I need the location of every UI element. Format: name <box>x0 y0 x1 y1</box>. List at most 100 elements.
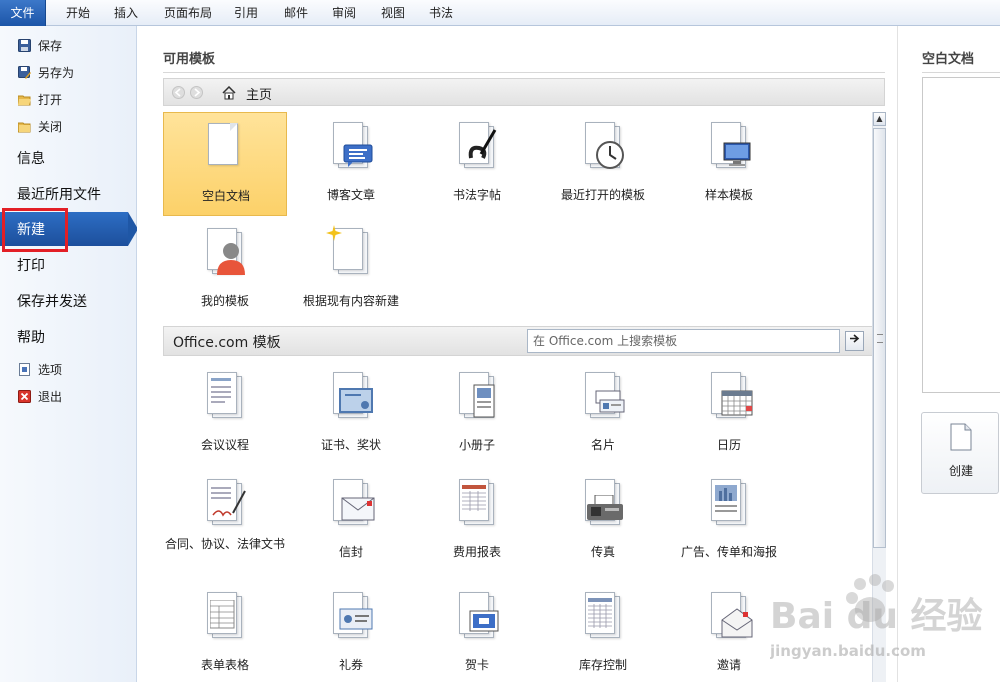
office-template-agenda[interactable]: 会议议程 <box>163 362 287 466</box>
template-new-from-existing[interactable]: 根据现有内容新建 <box>289 218 413 322</box>
template-label: 日历 <box>716 438 741 452</box>
template-label: 根据现有内容新建 <box>302 294 399 308</box>
watermark-url: jingyan.baidu.com <box>770 642 926 660</box>
highlight-box <box>2 208 68 252</box>
nav-print[interactable]: 打印 <box>0 248 137 282</box>
blank-document-icon <box>208 123 244 171</box>
nav-options[interactable]: 选项 <box>0 356 137 382</box>
calligraphy-icon <box>459 122 497 170</box>
nav-info[interactable]: 信息 <box>0 141 137 175</box>
nav-help[interactable]: 帮助 <box>0 320 137 354</box>
nav-open[interactable]: 打开 <box>0 86 137 112</box>
forward-button[interactable] <box>190 86 203 99</box>
tab-mailings[interactable]: 邮件 <box>278 0 314 26</box>
nav-save-label: 保存 <box>38 38 63 53</box>
nav-save-send-label: 保存并发送 <box>17 294 87 310</box>
brochure-icon <box>459 372 495 420</box>
gift-certificate-icon <box>333 592 373 640</box>
scroll-thumb[interactable] <box>873 128 886 548</box>
office-template-gift-certificate[interactable]: 礼券 <box>289 582 413 686</box>
watermark: Bai du 经验 jingyan.baidu.com <box>769 570 1000 670</box>
template-label: 博客文章 <box>326 188 375 202</box>
office-template-inventory[interactable]: 库存控制 <box>541 582 665 686</box>
office-template-greeting-card[interactable]: 贺卡 <box>415 582 539 686</box>
create-button[interactable]: 创建 <box>921 412 999 494</box>
flyer-icon <box>711 479 747 527</box>
office-template-envelope[interactable]: 信封 <box>289 469 413 573</box>
back-button[interactable] <box>172 86 185 99</box>
nav-recent[interactable]: 最近所用文件 <box>0 177 137 211</box>
template-label: 费用报表 <box>452 545 501 559</box>
template-label: 最近打开的模板 <box>560 188 645 202</box>
template-label: 贺卡 <box>464 658 489 672</box>
agenda-icon <box>207 372 243 420</box>
watermark-brand: Bai du 经验 <box>770 596 983 637</box>
template-label: 传真 <box>590 545 615 559</box>
office-template-expense-report[interactable]: 费用报表 <box>415 469 539 573</box>
recent-templates-icon <box>585 122 624 170</box>
divider <box>922 72 1000 73</box>
nav-save-send[interactable]: 保存并发送 <box>0 284 137 318</box>
tab-home[interactable]: 开始 <box>58 0 98 26</box>
divider <box>163 72 885 73</box>
create-label: 创建 <box>948 464 973 478</box>
breadcrumb-home[interactable]: 主页 <box>246 84 272 103</box>
preview-title: 空白文档 <box>922 52 975 67</box>
save-as-icon <box>18 65 31 79</box>
nav-exit[interactable]: 退出 <box>0 383 137 409</box>
template-label: 信封 <box>338 545 363 559</box>
office-template-certificate[interactable]: 证书、奖状 <box>289 362 413 466</box>
blog-post-icon <box>333 122 373 170</box>
office-template-calendar[interactable]: 日历 <box>667 362 791 466</box>
calendar-icon <box>711 372 753 420</box>
nav-save-as[interactable]: 另存为 <box>0 59 137 85</box>
nav-save-as-label: 另存为 <box>38 65 75 80</box>
ribbon-tab-bar: 文件 开始 插入 页面布局 引用 邮件 审阅 视图 书法 <box>0 0 1000 26</box>
tab-calligraphy[interactable]: 书法 <box>423 0 459 26</box>
tab-file[interactable]: 文件 <box>0 0 46 26</box>
template-label: 我的模板 <box>200 294 249 308</box>
nav-help-label: 帮助 <box>17 330 45 346</box>
office-template-business-card[interactable]: 名片 <box>541 362 665 466</box>
nav-options-label: 选项 <box>38 362 63 377</box>
baidu-logo: Bai du 经验 jingyan.baidu.com <box>769 574 983 660</box>
inventory-icon <box>585 592 621 640</box>
template-label: 表单表格 <box>200 658 249 672</box>
office-template-contract[interactable]: 合同、协议、法律文书 <box>163 469 287 573</box>
nav-recent-label: 最近所用文件 <box>17 187 101 203</box>
create-document-icon <box>950 423 972 451</box>
office-template-brochure[interactable]: 小册子 <box>415 362 539 466</box>
search-go-button[interactable] <box>845 331 864 351</box>
tab-insert[interactable]: 插入 <box>106 0 146 26</box>
template-blog-post[interactable]: 博客文章 <box>289 112 413 216</box>
template-recent[interactable]: 最近打开的模板 <box>541 112 665 216</box>
tab-view[interactable]: 视图 <box>375 0 411 26</box>
tab-review[interactable]: 审阅 <box>326 0 362 26</box>
nav-print-label: 打印 <box>17 258 45 274</box>
new-from-existing-icon <box>326 225 369 276</box>
save-icon <box>18 38 31 52</box>
scroll-up-button[interactable]: ▲ <box>873 112 886 126</box>
options-icon <box>18 362 31 376</box>
template-label: 广告、传单和海报 <box>680 545 777 559</box>
form-icon <box>207 592 243 640</box>
open-folder-icon <box>17 93 31 106</box>
template-label: 名片 <box>590 438 615 452</box>
sample-templates-icon <box>711 122 751 170</box>
search-input[interactable]: 在 Office.com 上搜索模板 <box>527 329 840 353</box>
office-template-fax[interactable]: 传真 <box>541 469 665 573</box>
tab-page-layout[interactable]: 页面布局 <box>158 0 218 26</box>
nav-exit-label: 退出 <box>38 389 63 404</box>
backstage-nav: 保存 另存为 打开 关闭 信息 最近所用文件 新建 打印 保存并发送 帮助 选项… <box>0 26 138 682</box>
home-icon[interactable] <box>222 85 236 100</box>
template-my-templates[interactable]: 我的模板 <box>163 218 287 322</box>
nav-close[interactable]: 关闭 <box>0 113 137 139</box>
template-calligraphy[interactable]: 书法字帖 <box>415 112 539 216</box>
template-blank-document[interactable]: 空白文档 <box>163 112 287 216</box>
office-template-form[interactable]: 表单表格 <box>163 582 287 686</box>
tab-references[interactable]: 引用 <box>228 0 264 26</box>
template-label: 样本模板 <box>704 188 753 202</box>
nav-save[interactable]: 保存 <box>0 32 137 58</box>
template-samples[interactable]: 样本模板 <box>667 112 791 216</box>
office-template-flyer[interactable]: 广告、传单和海报 <box>667 469 791 573</box>
